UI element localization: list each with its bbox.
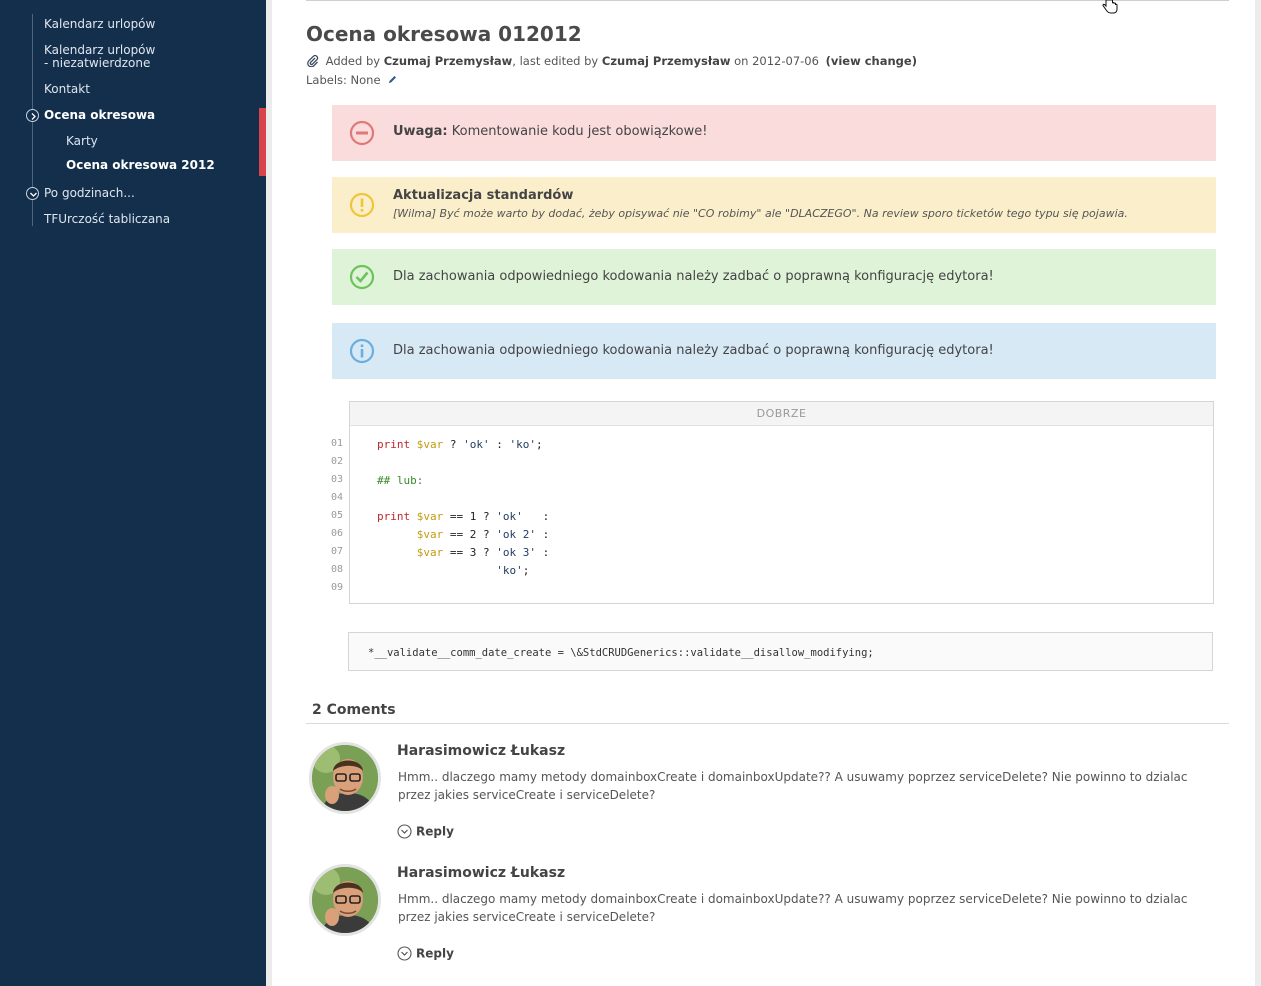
labels: Labels: None (306, 73, 398, 87)
error-label: Uwaga: (393, 124, 448, 139)
code-op: ; (536, 438, 543, 451)
comment-text: Hmm.. dlaczego mamy metody domainboxCrea… (398, 770, 1188, 802)
comment-text: Hmm.. dlaczego mamy metody domainboxCrea… (398, 892, 1188, 924)
code-op: == 2 ? (443, 528, 497, 541)
info-panel: Dla zachowania odpowiedniego kodowania n… (332, 323, 1216, 379)
reply-button[interactable]: Reply (397, 824, 454, 839)
comments-divider (306, 723, 1229, 724)
code-variable: $var (416, 528, 444, 541)
paperclip-icon (307, 54, 319, 68)
code-string: 'ok 3' (496, 546, 536, 559)
page-meta: Added by Czumaj Przemysław, last edited … (306, 54, 917, 68)
warning-panel: Aktualizacja standardów [Wilma] Być może… (332, 177, 1216, 233)
sidebar-item-ocena-okresowa-2012[interactable]: Ocena okresowa 2012 (66, 159, 215, 172)
view-change-link[interactable]: (view change) (826, 54, 917, 68)
error-text: Uwaga: Komentowanie kodu jest obowiązkow… (393, 124, 707, 139)
code-variable: $var (416, 438, 444, 451)
code-line: print $var == 1 ? 'ok' : (377, 510, 549, 523)
code-keyword: print (377, 438, 411, 451)
info-text: Dla zachowania odpowiedniego kodowania n… (393, 343, 994, 358)
minus-circle-icon (349, 120, 375, 146)
line-number: 08 (331, 564, 344, 575)
reply-label: Reply (416, 824, 454, 839)
error-message: Komentowanie kodu jest obowiązkowe! (451, 124, 708, 139)
edited-date: on 2012-07-06 (734, 54, 819, 68)
code-op: : (522, 510, 550, 523)
code-block-header: DOBRZE (350, 402, 1213, 426)
line-number: 01 (331, 438, 344, 449)
code-variable: $var (416, 546, 444, 559)
code-op: == 1 ? (443, 510, 497, 523)
success-panel: Dla zachowania odpowiedniego kodowania n… (332, 249, 1216, 305)
line-number: 07 (331, 546, 344, 557)
added-by-prefix: Added by (325, 54, 381, 68)
avatar[interactable] (309, 864, 381, 936)
sidebar-item-ocena-okresowa[interactable]: Ocena okresowa (44, 109, 155, 122)
line-number: 06 (331, 528, 344, 539)
code-op: ; (522, 564, 530, 577)
sidebar: Kalendarz urlopów Kalendarz urlopów - ni… (0, 0, 266, 986)
inline-code-text: *__validate__comm_date_create = \&StdCRU… (368, 647, 874, 659)
code-string: 'ok 2' (496, 528, 536, 541)
warning-title: Aktualizacja standardów (393, 188, 574, 203)
chevron-down-circle-icon (397, 946, 412, 961)
top-divider (306, 0, 1229, 1)
code-op: : (489, 438, 510, 451)
pencil-icon[interactable] (387, 74, 398, 85)
sidebar-item-tfurczosc[interactable]: TFUrczość tabliczana (44, 213, 170, 226)
edited-prefix: , last edited by (512, 54, 599, 68)
code-line: $var == 2 ? 'ok 2' : (377, 528, 549, 541)
code-line: 'ko'; (377, 564, 529, 577)
expanded-toggle-icon[interactable] (26, 109, 39, 122)
avatar[interactable] (309, 742, 381, 814)
info-circle-icon (349, 338, 375, 364)
sidebar-item-kalendarz-urlopow[interactable]: Kalendarz urlopów (44, 18, 155, 31)
code-string: 'ko' (509, 438, 537, 451)
reply-label: Reply (416, 946, 454, 961)
sidebar-item-karty[interactable]: Karty (66, 135, 98, 148)
code-op: ? (443, 438, 464, 451)
code-string: 'ok' (496, 510, 523, 523)
warning-text: [Wilma] Być może warto by dodać, żeby op… (393, 207, 1128, 220)
success-text: Dla zachowania odpowiedniego kodowania n… (393, 269, 994, 284)
edited-by-user[interactable]: Czumaj Przemysław (602, 54, 731, 68)
code-op: : (535, 528, 550, 541)
code-line: print $var ? 'ok' : 'ko'; (377, 438, 543, 451)
sidebar-item-po-godzinach[interactable]: Po godzinach... (44, 187, 135, 200)
code-op: == 3 ? (443, 546, 497, 559)
code-line: $var == 3 ? 'ok 3' : (377, 546, 549, 559)
reply-button[interactable]: Reply (397, 946, 454, 961)
code-variable: $var (416, 510, 444, 523)
line-number: 03 (331, 474, 344, 485)
line-number: 05 (331, 510, 344, 521)
code-keyword: print (377, 510, 411, 523)
exclamation-circle-icon (349, 192, 375, 218)
sidebar-item-kontakt[interactable]: Kontakt (44, 83, 90, 96)
code-string: 'ok' (463, 438, 490, 451)
labels-text: Labels: None (306, 73, 381, 87)
sidebar-item-kalendarz-niezatwierdzone-line2[interactable]: - niezatwierdzone (44, 57, 150, 70)
added-by-user[interactable]: Czumaj Przemysław (384, 54, 513, 68)
comment-author[interactable]: Harasimowicz Łukasz (397, 743, 565, 759)
check-circle-icon (349, 264, 375, 290)
hand-cursor-icon (1102, 0, 1118, 14)
code-string: 'ko' (496, 564, 523, 577)
error-panel: Uwaga: Komentowanie kodu jest obowiązkow… (332, 105, 1216, 161)
code-op: : (535, 546, 550, 559)
chevron-down-circle-icon (397, 824, 412, 839)
collapsed-toggle-icon[interactable] (26, 187, 39, 200)
line-number: 04 (331, 492, 344, 503)
line-number: 02 (331, 456, 344, 467)
comments-title: 2 Coments (312, 702, 396, 718)
inline-code-block: *__validate__comm_date_create = \&StdCRU… (348, 632, 1213, 671)
comment-author[interactable]: Harasimowicz Łukasz (397, 865, 565, 881)
active-indicator (259, 108, 266, 176)
line-number: 09 (331, 582, 344, 593)
code-comment: ## lub: (377, 474, 424, 487)
page-title: Ocena okresowa 012012 (306, 22, 582, 46)
